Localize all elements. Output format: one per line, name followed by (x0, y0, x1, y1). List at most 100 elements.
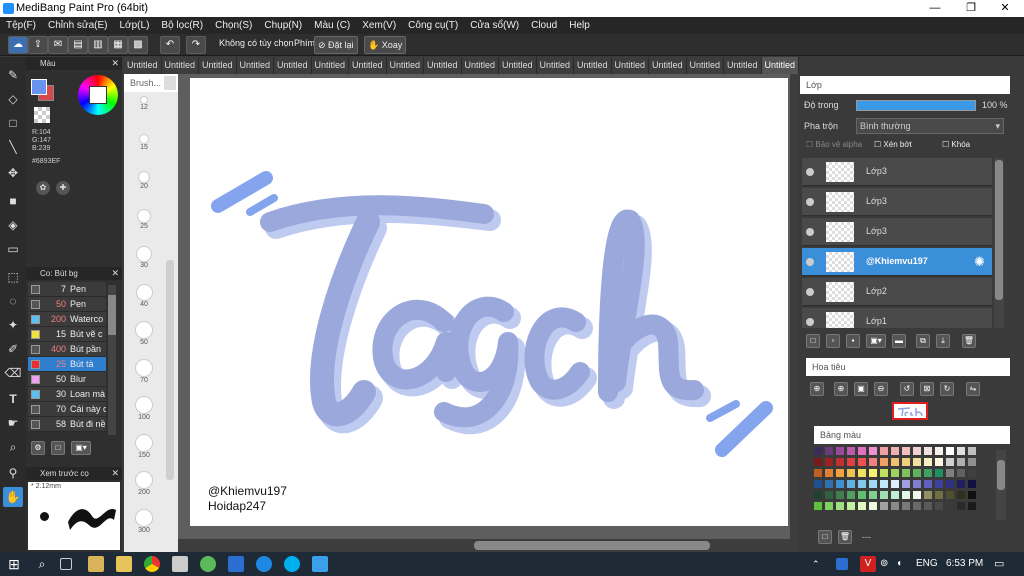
palette-swatch[interactable] (934, 446, 944, 456)
zoom-in-alt-icon[interactable]: ⊕ (834, 382, 848, 396)
palette-swatch[interactable] (857, 446, 867, 456)
menu-select[interactable]: Chọn(S) (215, 17, 252, 34)
palette-swatch[interactable] (813, 457, 823, 467)
navigator-thumbnail[interactable] (892, 402, 928, 420)
palette-swatch[interactable] (923, 501, 933, 511)
brush-menu-icon[interactable]: ▣▾ (71, 441, 91, 455)
palette-swatch[interactable] (901, 446, 911, 456)
palette-swatch[interactable] (934, 501, 944, 511)
palette-swatch[interactable] (846, 457, 856, 467)
menu-filter[interactable]: Bộ lọc(R) (161, 17, 203, 34)
palette-swatch[interactable] (868, 446, 878, 456)
palette-swatch[interactable] (868, 468, 878, 478)
palette-swatch[interactable] (956, 457, 966, 467)
palette-swatch[interactable] (868, 490, 878, 500)
brush-list-item[interactable]: 25 Bút tà (28, 357, 106, 372)
brush-size-option[interactable]: 300 (130, 508, 158, 534)
water-app-icon[interactable] (312, 556, 328, 572)
photos-icon[interactable] (228, 556, 244, 572)
palette-swatch[interactable] (923, 468, 933, 478)
language-indicator[interactable]: ENG (916, 558, 938, 569)
document-tab[interactable]: Untitled (761, 57, 799, 74)
palette-swatch[interactable] (901, 468, 911, 478)
palette-swatch[interactable] (945, 490, 955, 500)
palette-swatch[interactable] (912, 479, 922, 489)
menu-layer[interactable]: Lớp(L) (120, 17, 150, 34)
rotate-button[interactable]: ✋ Xoay (364, 36, 407, 54)
menu-view[interactable]: Xem(V) (362, 17, 396, 34)
volume-icon[interactable]: ◖ (896, 556, 912, 572)
palette-swatch[interactable] (813, 490, 823, 500)
brush-size-option[interactable]: 15 (130, 133, 158, 151)
brush-size-option[interactable]: 30 (130, 246, 158, 269)
canvas-paper[interactable]: @Khiemvu197 Hoidap247 (190, 78, 788, 526)
palette-swatch[interactable] (945, 446, 955, 456)
palette-scrollbar[interactable] (996, 450, 1006, 520)
layer-row[interactable]: Lớp3 (802, 158, 992, 186)
app-green-icon[interactable] (200, 556, 216, 572)
brush-list-item[interactable]: 30 Loan mà (28, 387, 106, 402)
canvas-vscroll[interactable] (790, 74, 798, 539)
layer-list-scrollbar[interactable] (994, 158, 1004, 328)
color-square[interactable] (89, 86, 107, 104)
new-layer-icon[interactable]: □ (806, 334, 820, 348)
palette-swatch[interactable] (956, 446, 966, 456)
palette-swatch[interactable] (934, 479, 944, 489)
chat-icon[interactable]: ✉ (48, 36, 68, 54)
zoom-in-icon[interactable]: ⊕ (810, 382, 824, 396)
start-icon[interactable]: ⊞ (6, 556, 22, 572)
protect-alpha-checkbox[interactable]: ☐ Bảo vệ alpha (806, 140, 862, 149)
chrome-icon[interactable] (144, 556, 160, 572)
palette-swatch[interactable] (835, 457, 845, 467)
palette-swatch[interactable] (901, 479, 911, 489)
visibility-icon[interactable] (806, 228, 814, 236)
palette-swatch[interactable] (967, 468, 977, 478)
palette-swatch[interactable] (890, 468, 900, 478)
fit-window-icon[interactable]: ⊠ (920, 382, 934, 396)
eraser-tool-icon[interactable]: ◇ (3, 89, 23, 109)
palette-swatch[interactable] (890, 490, 900, 500)
color-wheel[interactable] (78, 75, 118, 115)
move-tool-icon[interactable]: ✥ (3, 163, 23, 183)
brush-size-option[interactable]: 50 (130, 321, 158, 346)
cloud-icon[interactable]: ☁ (8, 36, 28, 54)
menu-color[interactable]: Màu (C) (314, 17, 350, 34)
palette-add-color-icon[interactable]: □ (818, 530, 832, 544)
new-layer-1bit-icon[interactable]: ▫ (826, 334, 840, 348)
palette-swatch[interactable] (890, 457, 900, 467)
dropper-tool-icon[interactable]: ⌕ (3, 437, 23, 457)
close-icon[interactable]: ✕ (111, 467, 119, 480)
palette-swatch[interactable] (912, 490, 922, 500)
palette-swatch[interactable] (835, 446, 845, 456)
layer-settings-icon[interactable]: ✺ (974, 254, 985, 270)
eyedropper-tool-icon[interactable]: ⚲ (3, 463, 23, 483)
rotate-left-icon[interactable]: ↺ (900, 382, 914, 396)
palette-swatch[interactable] (868, 479, 878, 489)
palette-swatch[interactable] (879, 446, 889, 456)
menu-window[interactable]: Cửa sổ(W) (470, 17, 519, 34)
palette-swatch[interactable] (824, 490, 834, 500)
palette-swatch[interactable] (890, 446, 900, 456)
redo-icon[interactable]: ↷ (186, 36, 206, 54)
palette-swatch[interactable] (857, 468, 867, 478)
zalo-icon[interactable] (256, 556, 272, 572)
canvas-hscroll-thumb[interactable] (474, 541, 710, 550)
palette-add-icon[interactable]: ✚ (56, 181, 70, 195)
palette-swatch[interactable] (835, 468, 845, 478)
brush-size-scrollbar[interactable] (166, 260, 174, 480)
operation-tool-icon[interactable]: ☛ (3, 413, 23, 433)
brush-list-item[interactable]: 200 Waterco (28, 312, 106, 327)
explorer-icon[interactable] (116, 556, 132, 572)
palette-swatch[interactable] (813, 501, 823, 511)
menu-snap[interactable]: Chụp(N) (264, 17, 302, 34)
palette-swatch[interactable] (912, 468, 922, 478)
layer-row[interactable]: Lớp1 (802, 308, 992, 328)
canvas-hscroll[interactable] (178, 539, 798, 552)
store-icon[interactable] (88, 556, 104, 572)
brush-size-option[interactable]: 20 (130, 171, 158, 190)
palette-swatch[interactable] (824, 446, 834, 456)
palette-swatch[interactable] (857, 501, 867, 511)
palette-swatch[interactable] (835, 490, 845, 500)
palette-swatch[interactable] (967, 457, 977, 467)
reset-button[interactable]: ⊘ Đặt lại (314, 36, 358, 54)
